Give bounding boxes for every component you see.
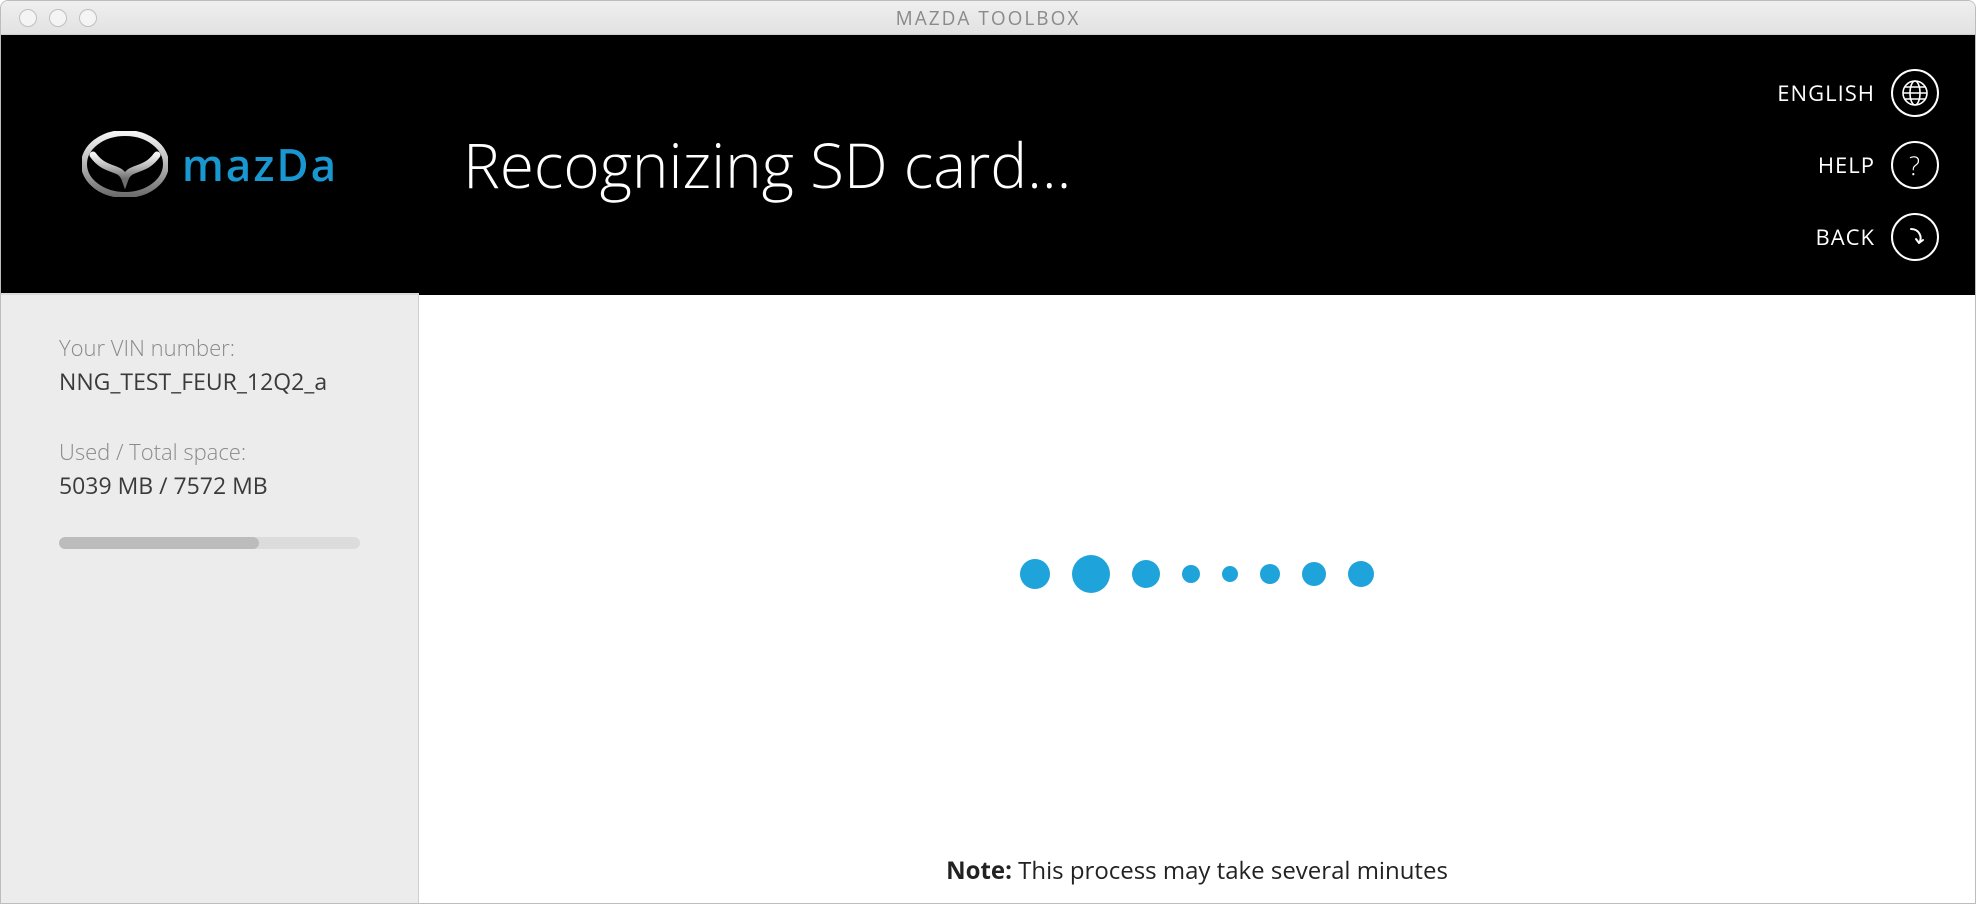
storage-progress-fill — [59, 537, 259, 549]
storage-progress-bar — [59, 537, 360, 549]
vin-value: NNG_TEST_FEUR_12Q2_a — [59, 365, 360, 397]
space-value: 5039 MB / 7572 MB — [59, 469, 360, 501]
window-title: MAZDA TOOLBOX — [1, 5, 1975, 31]
minimize-window-button[interactable] — [49, 9, 67, 27]
back-button[interactable]: BACK — [1816, 213, 1939, 261]
titlebar: MAZDA TOOLBOX — [1, 1, 1975, 35]
loader-dot — [1260, 564, 1280, 584]
brand-wordmark: mazDa — [182, 134, 338, 194]
window-controls — [1, 9, 97, 27]
loader-dot — [1182, 565, 1200, 583]
note-text: This process may take several minutes — [1012, 854, 1448, 887]
maximize-window-button[interactable] — [79, 9, 97, 27]
globe-icon — [1891, 69, 1939, 117]
loader-dot — [1348, 561, 1374, 587]
loader-dot — [1072, 555, 1110, 593]
loading-indicator — [1020, 555, 1374, 593]
space-label: Used / Total space: — [59, 437, 360, 467]
note-prefix: Note: — [946, 854, 1012, 887]
question-mark-icon: ? — [1891, 141, 1939, 189]
language-label: ENGLISH — [1777, 78, 1875, 108]
loader-dot — [1132, 560, 1160, 588]
mazda-emblem-icon — [82, 131, 168, 197]
back-label: BACK — [1816, 222, 1875, 252]
loader-dot — [1302, 562, 1326, 586]
help-label: HELP — [1818, 150, 1875, 180]
loader-dot — [1020, 559, 1050, 589]
close-window-button[interactable] — [19, 9, 37, 27]
process-note: Note: This process may take several minu… — [419, 854, 1975, 887]
page-header: Recognizing SD card... ENGLISH — [419, 35, 1975, 295]
back-arrow-icon — [1891, 213, 1939, 261]
loader-dot — [1222, 566, 1238, 582]
device-info-panel: Your VIN number: NNG_TEST_FEUR_12Q2_a Us… — [1, 295, 418, 903]
brand-logo: mazDa — [1, 35, 419, 295]
help-button[interactable]: HELP ? — [1818, 141, 1939, 189]
vin-label: Your VIN number: — [59, 333, 360, 363]
language-selector[interactable]: ENGLISH — [1777, 69, 1939, 117]
page-title: Recognizing SD card... — [463, 123, 1071, 207]
